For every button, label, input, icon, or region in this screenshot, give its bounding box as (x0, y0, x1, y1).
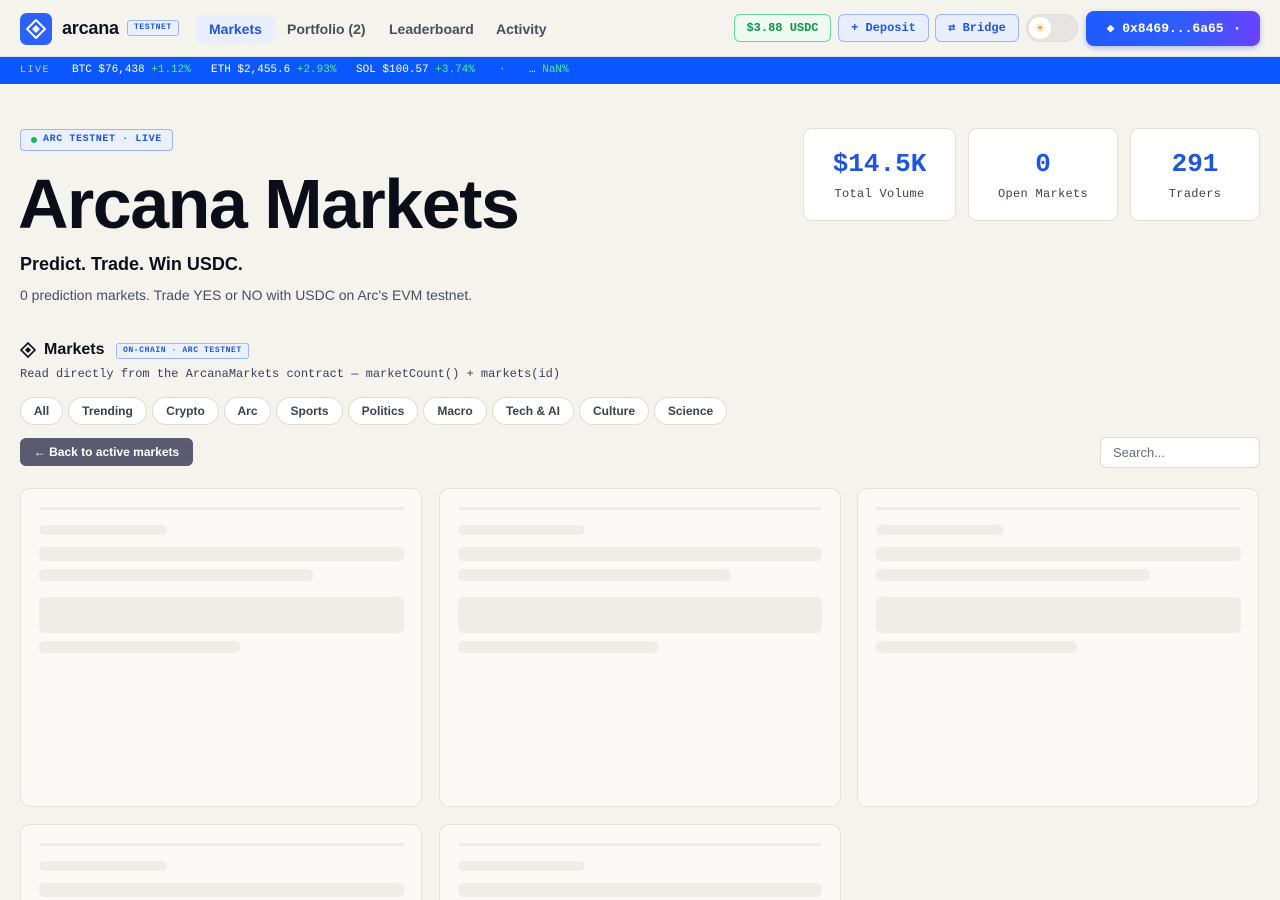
filter-tech-ai[interactable]: Tech & AI (492, 397, 574, 425)
logo-icon[interactable] (20, 13, 52, 45)
markets-title: Markets (44, 341, 105, 358)
ticker-item-btc: BTC $76,438 +1.12% (72, 64, 191, 76)
skeleton-line (876, 569, 1150, 581)
live-dot-icon (31, 137, 37, 143)
page-tagline: Predict. Trade. Win USDC. (20, 254, 243, 274)
ticker-item-unknown: … NaN% (529, 64, 569, 76)
chevron-down-icon: ▾ (1234, 24, 1240, 34)
skeleton-line (458, 525, 585, 535)
skeleton-line (876, 507, 1241, 510)
page-subtitle: 0 prediction markets. Trade YES or NO wi… (20, 287, 473, 303)
skeleton-line (458, 547, 822, 561)
stat-label: Total Volume (834, 187, 925, 201)
markets-icon (19, 341, 37, 363)
filter-trending[interactable]: Trending (68, 397, 147, 425)
stat-value: $14.5K (832, 149, 927, 179)
deposit-button[interactable]: + Deposit (838, 14, 929, 42)
search-input[interactable] (1100, 437, 1260, 468)
filter-sports[interactable]: Sports (276, 397, 343, 425)
skeleton-line (39, 507, 404, 510)
stat-label: Traders (1168, 187, 1222, 201)
skeleton-line (39, 861, 167, 871)
stat-label: Open Markets (997, 187, 1088, 201)
price-ticker: LIVE BTC $76,438 +1.12% ETH $2,455.6 +2.… (0, 57, 1280, 84)
filter-arc[interactable]: Arc (224, 397, 271, 425)
ticker-separator: · (499, 64, 506, 76)
stat-value: 291 (1171, 149, 1219, 179)
stat-total-volume: $14.5K Total Volume (803, 128, 956, 221)
skeleton-block (458, 597, 822, 633)
skeleton-line (39, 843, 404, 846)
theme-toggle[interactable]: ☀ (1026, 14, 1078, 42)
market-card-skeleton (439, 488, 841, 807)
skeleton-line (39, 569, 313, 581)
filter-all[interactable]: All (20, 397, 63, 425)
skeleton-line (39, 547, 404, 561)
filter-crypto[interactable]: Crypto (152, 397, 219, 425)
skeleton-line (458, 843, 822, 846)
wallet-address: ◆ 0x8469...6a65 (1106, 21, 1224, 36)
back-to-active-button[interactable]: ← Back to active markets (20, 438, 193, 466)
ticker-item-eth: ETH $2,455.6 +2.93% (211, 64, 337, 76)
nav-link-markets[interactable]: Markets (196, 15, 275, 43)
skeleton-block (876, 597, 1241, 633)
brand-name[interactable]: arcana (62, 18, 119, 39)
nav-link-leaderboard[interactable]: Leaderboard (376, 15, 487, 43)
skeleton-line (458, 861, 585, 871)
page-title: Arcana Markets (18, 165, 520, 243)
markets-description: Read directly from the ArcanaMarkets con… (20, 367, 561, 381)
skeleton-line (458, 641, 658, 653)
skeleton-line (876, 641, 1077, 653)
stat-open-markets: 0 Open Markets (968, 128, 1118, 221)
market-card-skeleton (439, 824, 841, 900)
market-card-skeleton (857, 488, 1259, 807)
bridge-button[interactable]: ⇄ Bridge (935, 14, 1019, 42)
skeleton-line (39, 641, 240, 653)
usdc-balance[interactable]: $3.88 USDC (734, 14, 831, 42)
market-card-skeleton (20, 824, 422, 900)
network-live-badge: ARC TESTNET · LIVE (20, 129, 173, 151)
filter-politics[interactable]: Politics (348, 397, 418, 425)
nav-link-portfolio[interactable]: Portfolio (2) (274, 15, 379, 43)
filter-science[interactable]: Science (654, 397, 727, 425)
filter-macro[interactable]: Macro (423, 397, 487, 425)
ticker-item-sol: SOL $100.57 +3.74% (356, 64, 475, 76)
network-live-label: ARC TESTNET · LIVE (43, 134, 162, 145)
skeleton-line (458, 507, 822, 510)
skeleton-block (39, 597, 404, 633)
skeleton-line (876, 547, 1241, 561)
stat-traders: 291 Traders (1130, 128, 1260, 221)
skeleton-line (458, 569, 731, 581)
filter-culture[interactable]: Culture (579, 397, 649, 425)
nav-link-activity[interactable]: Activity (483, 15, 560, 43)
market-card-skeleton (20, 488, 422, 807)
top-nav: arcana TESTNET Markets Portfolio (2) Lea… (0, 0, 1280, 57)
skeleton-line (39, 525, 167, 535)
ticker-live-label: LIVE (20, 65, 51, 76)
wallet-button[interactable]: ◆ 0x8469...6a65 ▾ (1086, 11, 1260, 46)
skeleton-line (876, 525, 1004, 535)
skeleton-line (458, 883, 822, 897)
network-badge: TESTNET (127, 20, 179, 36)
onchain-badge: ON-CHAIN · ARC TESTNET (116, 343, 249, 359)
sun-icon: ☀ (1029, 17, 1051, 39)
skeleton-line (39, 883, 404, 897)
stat-value: 0 (1035, 149, 1051, 179)
